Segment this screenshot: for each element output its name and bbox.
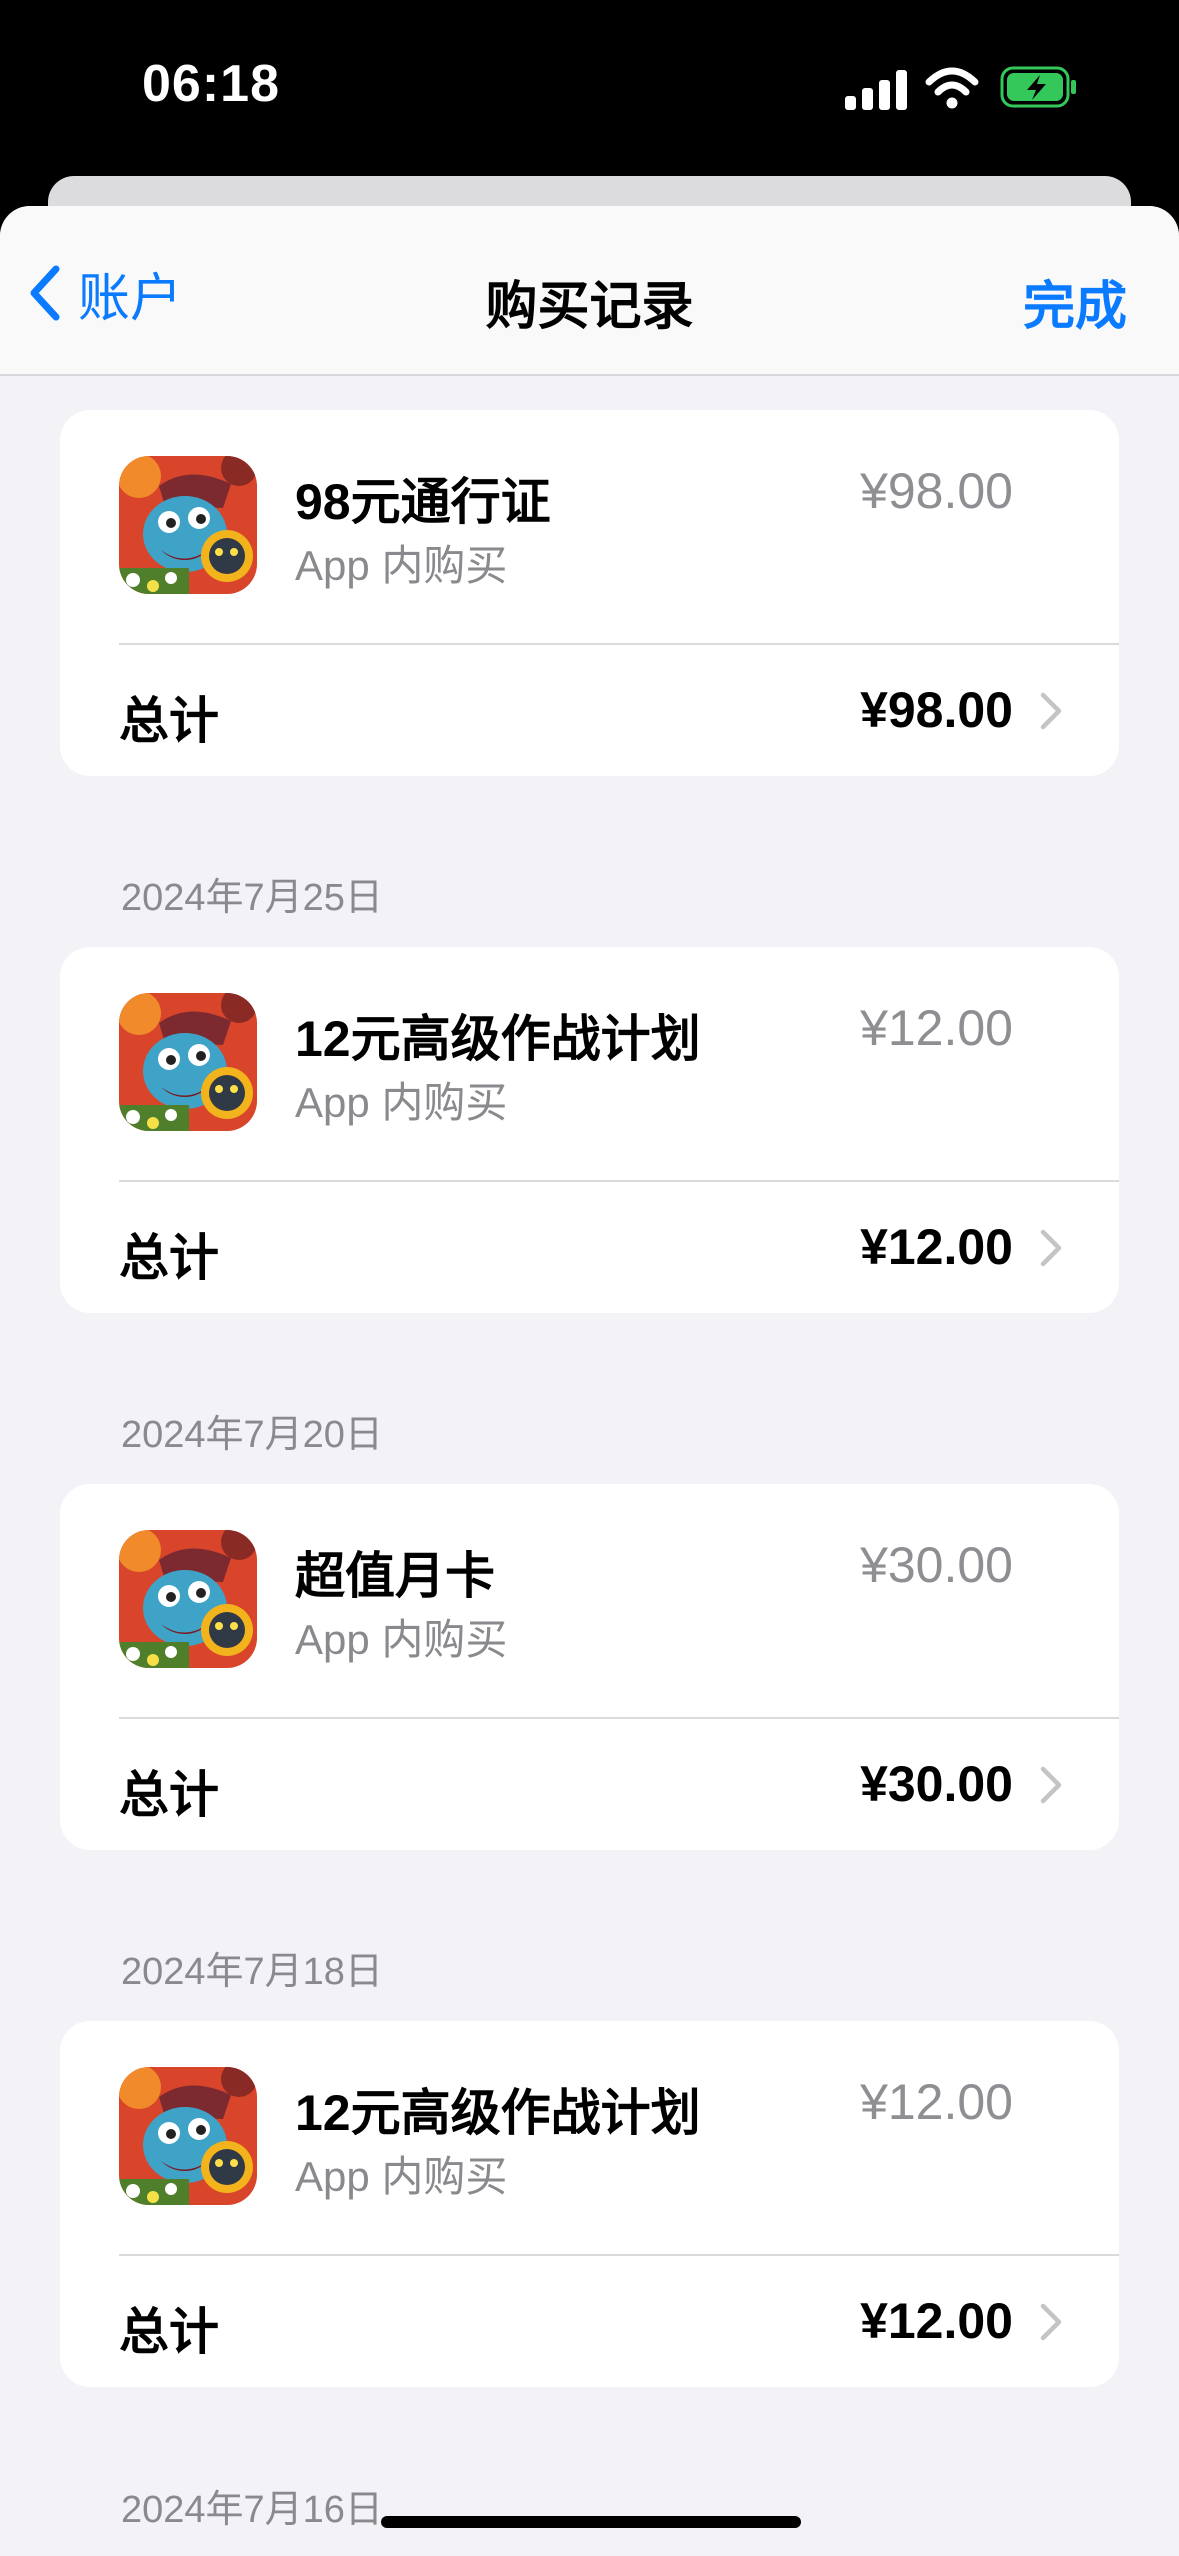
item-price: ¥12.00 xyxy=(860,2074,1013,2130)
chevron-right-icon xyxy=(1039,1228,1065,1268)
total-value: ¥12.00 xyxy=(860,1219,1013,1275)
item-type: App 内购买 xyxy=(295,1079,508,1126)
chevron-right-icon xyxy=(1039,691,1065,731)
date-header: 2024年7月16日 xyxy=(121,2489,383,2531)
item-name: 98元通行证 xyxy=(295,474,551,530)
purchase-history-sheet: 账户 购买记录 完成 98元通行证 App 内购买 ¥98.00 总计 ¥98.… xyxy=(0,206,1179,2556)
date-header: 2024年7月20日 xyxy=(121,1414,383,1456)
home-indicator[interactable] xyxy=(381,2516,801,2528)
total-label: 总计 xyxy=(119,2304,219,2360)
chevron-right-icon xyxy=(1039,1765,1065,1805)
total-row[interactable]: 总计 ¥30.00 xyxy=(60,1719,1119,1850)
total-value: ¥30.00 xyxy=(860,1756,1013,1812)
item-type: App 内购买 xyxy=(295,1616,508,1663)
date-header: 2024年7月18日 xyxy=(121,1951,383,1993)
date-header: 2024年7月25日 xyxy=(121,877,383,919)
done-button[interactable]: 完成 xyxy=(1023,264,1127,339)
purchase-card: 12元高级作战计划 App 内购买 ¥12.00 总计 ¥12.00 xyxy=(60,2021,1119,2387)
item-type: App 内购买 xyxy=(295,2153,508,2200)
item-type: App 内购买 xyxy=(295,542,508,589)
status-bar: 06:18 xyxy=(0,0,1179,170)
purchase-card: 98元通行证 App 内购买 ¥98.00 总计 ¥98.00 xyxy=(60,410,1119,776)
item-name: 12元高级作战计划 xyxy=(295,2085,701,2141)
total-value: ¥98.00 xyxy=(860,682,1013,738)
total-row[interactable]: 总计 ¥12.00 xyxy=(60,2256,1119,2387)
item-name: 超值月卡 xyxy=(295,1548,495,1604)
status-time: 06:18 xyxy=(142,55,280,113)
app-icon xyxy=(119,993,257,1131)
item-name: 12元高级作战计划 xyxy=(295,1011,701,1067)
cellular-signal-icon xyxy=(845,68,909,110)
total-row[interactable]: 总计 ¥12.00 xyxy=(60,1182,1119,1313)
navigation-bar: 账户 购买记录 完成 xyxy=(0,206,1179,376)
item-price: ¥30.00 xyxy=(860,1537,1013,1593)
wifi-icon xyxy=(925,67,979,109)
purchase-card: 12元高级作战计划 App 内购买 ¥12.00 总计 ¥12.00 xyxy=(60,947,1119,1313)
app-icon xyxy=(119,2067,257,2205)
total-value: ¥12.00 xyxy=(860,2293,1013,2349)
total-label: 总计 xyxy=(119,693,219,749)
battery-charging-icon xyxy=(1000,66,1076,108)
chevron-right-icon xyxy=(1039,2302,1065,2342)
page-title: 购买记录 xyxy=(485,278,694,336)
item-price: ¥12.00 xyxy=(860,1000,1013,1056)
total-label: 总计 xyxy=(119,1767,219,1823)
total-row[interactable]: 总计 ¥98.00 xyxy=(60,645,1119,776)
app-icon xyxy=(119,1530,257,1668)
app-icon xyxy=(119,456,257,594)
total-label: 总计 xyxy=(119,1230,219,1286)
item-price: ¥98.00 xyxy=(860,463,1013,519)
purchase-card: 超值月卡 App 内购买 ¥30.00 总计 ¥30.00 xyxy=(60,1484,1119,1850)
